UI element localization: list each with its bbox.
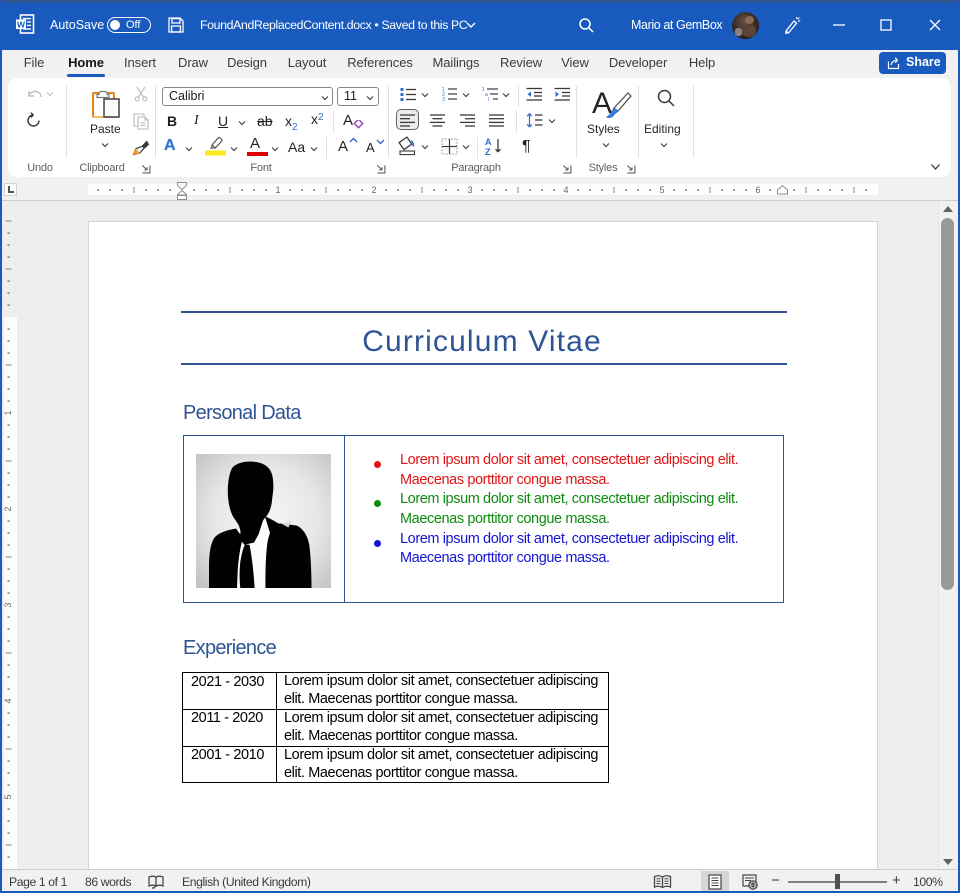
svg-text:2: 2 [371, 185, 376, 195]
svg-text:1: 1 [275, 185, 280, 195]
svg-text:5: 5 [3, 794, 13, 799]
svg-text:2: 2 [3, 506, 13, 511]
svg-text:1: 1 [3, 410, 13, 415]
svg-text:W: W [17, 19, 26, 29]
svg-text:A: A [485, 137, 492, 147]
svg-text:3: 3 [467, 185, 472, 195]
svg-text:6: 6 [755, 185, 760, 195]
svg-text:i: i [488, 97, 489, 102]
svg-text:3: 3 [3, 602, 13, 607]
svg-text:4: 4 [563, 185, 568, 195]
svg-text:5: 5 [659, 185, 664, 195]
svg-text:Z: Z [485, 147, 491, 156]
svg-text:4: 4 [3, 698, 13, 703]
svg-text:3: 3 [442, 97, 445, 102]
